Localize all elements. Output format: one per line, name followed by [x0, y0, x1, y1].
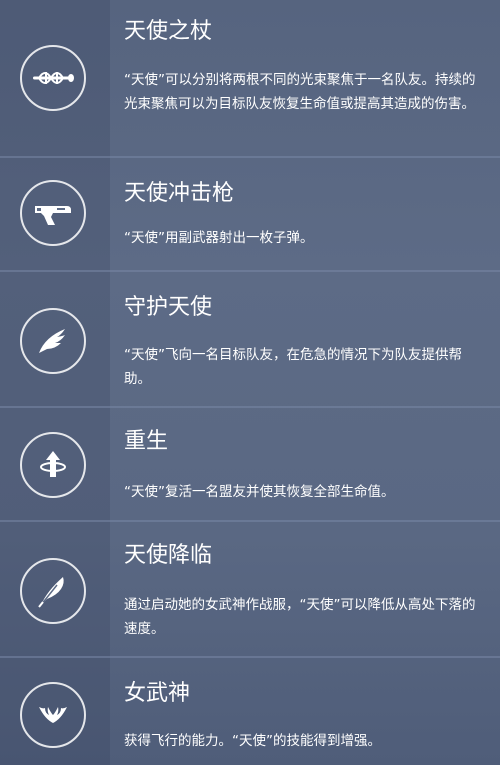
feather-icon: [20, 558, 86, 624]
ability-description: “天使”复活一名盟友并使其恢复全部生命值。: [124, 484, 395, 500]
icon-column: [0, 522, 110, 658]
ability-description: 获得飞行的能力。“天使”的技能得到增强。: [124, 733, 381, 749]
ability-row-angelic-descent: 天使降临 通过启动她的女武神作战服，“天使”可以降低从高处下落的速度。: [0, 522, 500, 658]
valkyrie-wings-icon: [20, 682, 86, 748]
caduceus-staff-icon: [20, 45, 86, 111]
ability-row-caduceus-staff: 天使之杖 “天使”可以分别将两根不同的光束聚焦于一名队友。持续的光束聚焦可以为目…: [0, 0, 500, 158]
icon-column: [0, 658, 110, 765]
blaster-pistol-icon: [20, 180, 86, 246]
ability-description: “天使”可以分别将两根不同的光束聚焦于一名队友。持续的光束聚焦可以为目标队友恢复…: [124, 72, 476, 112]
ability-list: 天使之杖 “天使”可以分别将两根不同的光束聚焦于一名队友。持续的光束聚焦可以为目…: [0, 0, 500, 765]
ability-name: 天使冲击枪: [124, 181, 235, 206]
wing-icon: [20, 308, 86, 374]
ability-name: 重生: [124, 429, 169, 454]
ability-name: 天使降临: [124, 543, 213, 568]
icon-column: [0, 272, 110, 408]
ability-row-blaster: 天使冲击枪 “天使”用副武器射出一枚子弹。: [0, 158, 500, 272]
ability-name: 女武神: [124, 681, 191, 706]
ability-name: 天使之杖: [124, 19, 213, 44]
icon-column: [0, 408, 110, 522]
ability-description: 通过启动她的女武神作战服，“天使”可以降低从高处下落的速度。: [124, 597, 476, 637]
resurrect-icon: [20, 432, 86, 498]
icon-column: [0, 158, 110, 272]
ability-description: “天使”飞向一名目标队友，在危急的情况下为队友提供帮助。: [124, 347, 462, 387]
ability-description: “天使”用副武器射出一枚子弹。: [124, 230, 314, 246]
icon-column: [0, 0, 110, 158]
ability-row-resurrect: 重生 “天使”复活一名盟友并使其恢复全部生命值。: [0, 408, 500, 522]
ability-row-guardian-angel: 守护天使 “天使”飞向一名目标队友，在危急的情况下为队友提供帮助。: [0, 272, 500, 408]
ability-row-valkyrie: 女武神 获得飞行的能力。“天使”的技能得到增强。: [0, 658, 500, 765]
ability-name: 守护天使: [124, 295, 213, 320]
